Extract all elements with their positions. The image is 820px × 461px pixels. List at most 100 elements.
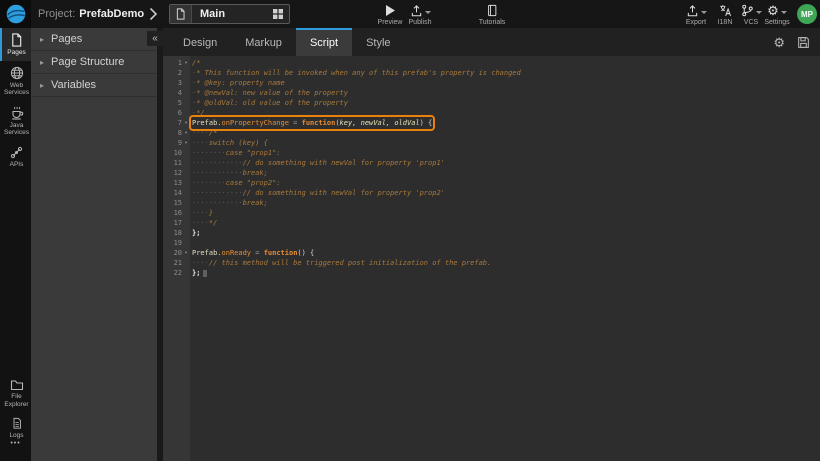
code-line-5[interactable]: 5·* @oldVal: old value of the property <box>163 98 820 108</box>
whitespace-dots: ···· <box>192 259 209 267</box>
code-content: ·* This function will be invoked when an… <box>192 68 521 78</box>
token: ) { <box>420 119 433 127</box>
code-line-14[interactable]: 14············// do something with newVa… <box>163 188 820 198</box>
code-content: Prefab.onPropertyChange = function(key, … <box>192 118 432 128</box>
code-line-11[interactable]: 11············// do something with newVa… <box>163 158 820 168</box>
code-line-6[interactable]: 6·*/ <box>163 108 820 118</box>
more-options-icon[interactable]: ••• <box>0 440 31 447</box>
preview-label: Preview <box>378 19 403 26</box>
code-line-19[interactable]: 19 <box>163 238 820 248</box>
accordion-page-structure[interactable]: ▸Page Structure <box>31 51 157 74</box>
token: Prefab <box>192 119 217 127</box>
sidebar-item-logs[interactable]: Logs <box>0 412 31 444</box>
web-services-label: Web Services <box>2 82 31 97</box>
export-caret-icon <box>701 11 707 14</box>
code-content: ············// do something with newVal … <box>192 158 445 168</box>
code-line-8[interactable]: 8▾····/* <box>163 128 820 138</box>
page-file-icon <box>170 5 192 23</box>
settings-label: Settings <box>764 19 789 26</box>
grid-icon[interactable] <box>267 9 289 19</box>
code-text <box>190 238 192 248</box>
code-line-13[interactable]: 13········case "prop2": <box>163 178 820 188</box>
token: }; <box>192 269 200 277</box>
code-line-10[interactable]: 10········case "prop1": <box>163 148 820 158</box>
vcs-icon <box>741 4 754 17</box>
code-text: ············break; <box>190 168 268 178</box>
fold-marker-icon[interactable]: ▾ <box>182 58 190 68</box>
code-line-3[interactable]: 3·* @key: property name <box>163 78 820 88</box>
pages-label: Pages <box>7 49 25 57</box>
code-line-16[interactable]: 16 ····} <box>163 208 820 218</box>
code-line-4[interactable]: 4·* @newVal: new value of the property <box>163 88 820 98</box>
token: * @newVal: new value of the property <box>196 89 348 97</box>
whitespace-dots: ···· <box>192 139 209 147</box>
page-switcher[interactable]: Main <box>169 4 290 24</box>
accordion-variables[interactable]: ▸Variables <box>31 74 157 97</box>
publish-button[interactable]: Publish <box>402 3 438 26</box>
sidebar-item-file-explorer[interactable]: File Explorer <box>0 374 31 412</box>
code-line-1[interactable]: 1▾/* <box>163 58 820 68</box>
code-text: ····} <box>190 208 213 218</box>
line-number: 4 <box>163 88 182 98</box>
line-number: 16 <box>163 208 182 218</box>
code-line-18[interactable]: 18}; <box>163 228 820 238</box>
sidebar-item-web-services[interactable]: Web Services <box>0 61 31 101</box>
code-text: ············// do something with newVal … <box>190 188 445 198</box>
code-line-21[interactable]: 21····// this method will be triggered p… <box>163 258 820 268</box>
fold-marker-icon[interactable]: ▾ <box>182 118 190 128</box>
accordion-label: Page Structure <box>51 56 124 68</box>
panel-collapse-button[interactable]: « <box>147 31 163 46</box>
fold-spacer <box>182 78 190 88</box>
fold-spacer <box>182 218 190 228</box>
vcs-label: VCS <box>744 19 758 26</box>
code-line-7[interactable]: 7▾Prefab.onPropertyChange = function(key… <box>163 118 820 128</box>
fold-marker-icon[interactable]: ▾ <box>182 248 190 258</box>
top-bar: Project: PrefabDemo Main PreviewPublishT… <box>0 0 820 28</box>
sidebar-item-java-services[interactable]: Java Services <box>0 101 31 141</box>
fold-marker-icon[interactable]: ▾ <box>182 138 190 148</box>
logs-icon <box>11 417 23 430</box>
logs-label: Logs <box>9 432 23 440</box>
fold-spacer <box>182 158 190 168</box>
code-line-2[interactable]: 2·* This function will be invoked when a… <box>163 68 820 78</box>
token: */ <box>209 219 217 227</box>
tab-markup[interactable]: Markup <box>231 28 296 56</box>
breadcrumb-chevron-icon[interactable] <box>149 7 158 21</box>
script-settings-button[interactable]: ⚙ <box>773 36 785 49</box>
code-line-9[interactable]: 9▾····switch (key) { <box>163 138 820 148</box>
i18n-icon <box>719 4 732 17</box>
settings-caret-icon <box>781 11 787 14</box>
token: /* <box>192 59 200 67</box>
sidebar-item-apis[interactable]: APIs <box>0 141 31 173</box>
line-number: 19 <box>163 238 182 248</box>
line-number: 7 <box>163 118 182 128</box>
gear-icon: ⚙ <box>773 36 785 49</box>
code-content: ····} <box>192 208 213 218</box>
script-editor[interactable]: 1▾/*2·* This function will be invoked wh… <box>163 56 820 461</box>
tutorials-button[interactable]: Tutorials <box>474 3 510 26</box>
wavemaker-logo[interactable] <box>0 0 31 28</box>
save-button[interactable] <box>797 36 810 49</box>
code-text: ····switch (key) { <box>190 138 268 148</box>
rail-top-group: Pages Web Services Java ServicesAPIs <box>0 28 31 172</box>
code-line-22[interactable]: 22}; <box>163 268 820 278</box>
code-content: ····/* <box>192 128 217 138</box>
token: switch (key) { <box>209 139 268 147</box>
accordion-pages[interactable]: ▸Pages <box>31 28 157 51</box>
token: }; <box>192 229 200 237</box>
tab-design[interactable]: Design <box>169 28 231 56</box>
panel-divider <box>157 28 163 461</box>
tab-style[interactable]: Style <box>352 28 404 56</box>
panel-sections: ▸Pages▸Page Structure▸Variables <box>31 28 157 97</box>
whitespace-dots: ········ <box>192 179 226 187</box>
code-line-12[interactable]: 12············break; <box>163 168 820 178</box>
tab-script[interactable]: Script <box>296 28 352 56</box>
code-line-20[interactable]: 20▾Prefab.onReady = function() { <box>163 248 820 258</box>
line-number: 5 <box>163 98 182 108</box>
user-avatar[interactable]: MP <box>797 4 817 24</box>
code-line-15[interactable]: 15············break; <box>163 198 820 208</box>
code-line-17[interactable]: 17····*/ <box>163 218 820 228</box>
sidebar-item-pages[interactable]: Pages <box>0 28 31 61</box>
fold-marker-icon[interactable]: ▾ <box>182 128 190 138</box>
settings-button[interactable]: ⚙Settings <box>759 3 795 26</box>
